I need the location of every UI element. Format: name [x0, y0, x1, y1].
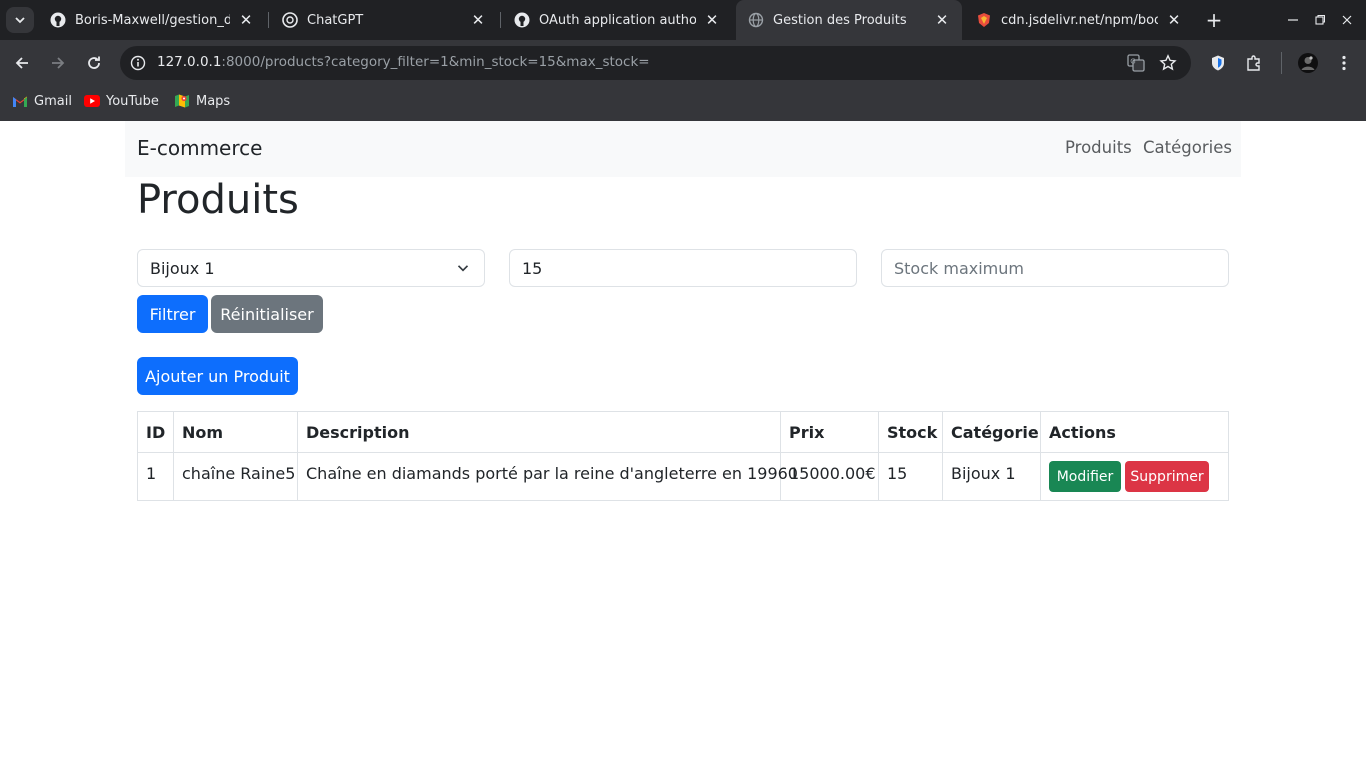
maximize-icon[interactable] [1310, 10, 1330, 30]
table-header-divider [137, 452, 1229, 453]
bookmark-star-icon[interactable] [1157, 52, 1179, 74]
tab-title: Gestion des Produits [773, 12, 907, 28]
cell-categorie: Bijoux 1 [951, 464, 1016, 483]
site-info-icon[interactable] [128, 53, 148, 73]
minimize-icon[interactable] [1283, 10, 1303, 30]
page-title: Produits [137, 177, 299, 223]
svg-text:G: G [1130, 58, 1135, 66]
bookmark-gmail[interactable]: Gmail [12, 91, 72, 111]
max-stock-placeholder: Stock maximum [894, 258, 1024, 278]
category-select-value: Bijoux 1 [150, 258, 215, 278]
extensions-puzzle-icon[interactable] [1243, 52, 1265, 74]
window-close-icon[interactable] [1337, 10, 1357, 30]
site-brand[interactable]: E-commerce [137, 136, 262, 160]
gmail-icon [12, 93, 28, 109]
tab-title: OAuth application authoriz [539, 12, 696, 28]
min-stock-input[interactable]: 15 [509, 249, 857, 287]
table-column-divider [1040, 411, 1041, 501]
menu-kebab-icon[interactable] [1333, 52, 1355, 74]
cell-description: Chaîne en diamands porté par la reine d'… [306, 464, 798, 483]
reset-button[interactable]: Réinitialiser [211, 295, 323, 333]
shield-extension-icon[interactable] [1207, 52, 1229, 74]
close-icon[interactable]: ✕ [934, 12, 950, 28]
browser-tab-2[interactable]: ChatGPT ✕ [270, 0, 498, 40]
tab-title: ChatGPT [307, 12, 364, 28]
table-column-divider [173, 411, 174, 501]
th-id: ID [146, 423, 166, 442]
bookmark-maps[interactable]: Maps [174, 91, 230, 111]
table-column-divider [297, 411, 298, 501]
bookmark-youtube[interactable]: YouTube [84, 91, 159, 111]
chevron-down-icon [456, 261, 470, 275]
translate-icon[interactable]: G [1125, 52, 1147, 74]
cell-stock: 15 [887, 464, 908, 483]
cell-id: 1 [146, 464, 157, 483]
github-icon [514, 12, 530, 28]
th-prix: Prix [789, 423, 825, 442]
cell-prix: 15000.00€ [789, 464, 876, 483]
tab-separator [268, 12, 269, 28]
back-icon[interactable] [10, 51, 34, 75]
browser-tab-3[interactable]: OAuth application authoriz ✕ [502, 0, 732, 40]
url-text[interactable]: 127.0.0.1:8000/products?category_filter=… [157, 54, 650, 70]
th-stock: Stock [887, 423, 938, 442]
youtube-icon [84, 93, 100, 109]
tab-separator [500, 12, 501, 28]
url-host: 127.0.0.1 [157, 54, 222, 70]
tab-title: cdn.jsdelivr.net/npm/boots [1001, 12, 1158, 28]
browser-tab-4-active[interactable]: Gestion des Produits ✕ [736, 0, 962, 40]
jsdelivr-icon [976, 12, 992, 28]
nav-link-produits[interactable]: Produits [1065, 138, 1132, 157]
bookmark-label: Maps [196, 93, 231, 109]
reload-icon[interactable] [82, 51, 106, 75]
toolbar-separator [1281, 52, 1282, 74]
browser-tab-5[interactable]: cdn.jsdelivr.net/npm/boots ✕ [964, 0, 1194, 40]
new-tab-icon[interactable]: + [1204, 10, 1224, 30]
th-nom: Nom [182, 423, 224, 442]
th-categorie: Catégorie [951, 423, 1039, 442]
forward-icon[interactable] [46, 51, 70, 75]
close-icon[interactable]: ✕ [238, 12, 254, 28]
bookmark-label: YouTube [106, 93, 159, 109]
close-icon[interactable]: ✕ [1166, 12, 1182, 28]
cell-nom: chaîne Raine5 [182, 464, 296, 483]
url-path: :8000/products?category_filter=1&min_sto… [221, 54, 650, 70]
th-actions: Actions [1049, 423, 1116, 442]
filter-button[interactable]: Filtrer [137, 295, 208, 333]
add-product-button[interactable]: Ajouter un Produit [137, 357, 298, 395]
tab-title: Boris-Maxwell/gestion_de_ [75, 12, 230, 28]
table-column-divider [942, 411, 943, 501]
globe-icon [748, 12, 764, 28]
bookmark-label: Gmail [34, 93, 72, 109]
maps-icon [174, 93, 190, 109]
table-column-divider [780, 411, 781, 501]
browser-tab-1[interactable]: Boris-Maxwell/gestion_de_ ✕ [38, 0, 266, 40]
min-stock-value: 15 [522, 258, 543, 278]
category-filter-select[interactable]: Bijoux 1 [137, 249, 485, 287]
edit-button[interactable]: Modifier [1049, 461, 1121, 492]
github-icon [50, 12, 66, 28]
table-column-divider [878, 411, 879, 501]
th-description: Description [306, 423, 410, 442]
nav-link-categories[interactable]: Catégories [1143, 138, 1232, 157]
delete-button[interactable]: Supprimer [1125, 461, 1209, 492]
chatgpt-icon [282, 12, 298, 28]
max-stock-input[interactable]: Stock maximum [881, 249, 1229, 287]
chevron-down-icon [15, 17, 25, 24]
close-icon[interactable]: ✕ [704, 12, 720, 28]
tab-search-button[interactable] [6, 7, 34, 33]
close-icon[interactable]: ✕ [470, 12, 486, 28]
profile-avatar-icon[interactable] [1297, 52, 1319, 74]
